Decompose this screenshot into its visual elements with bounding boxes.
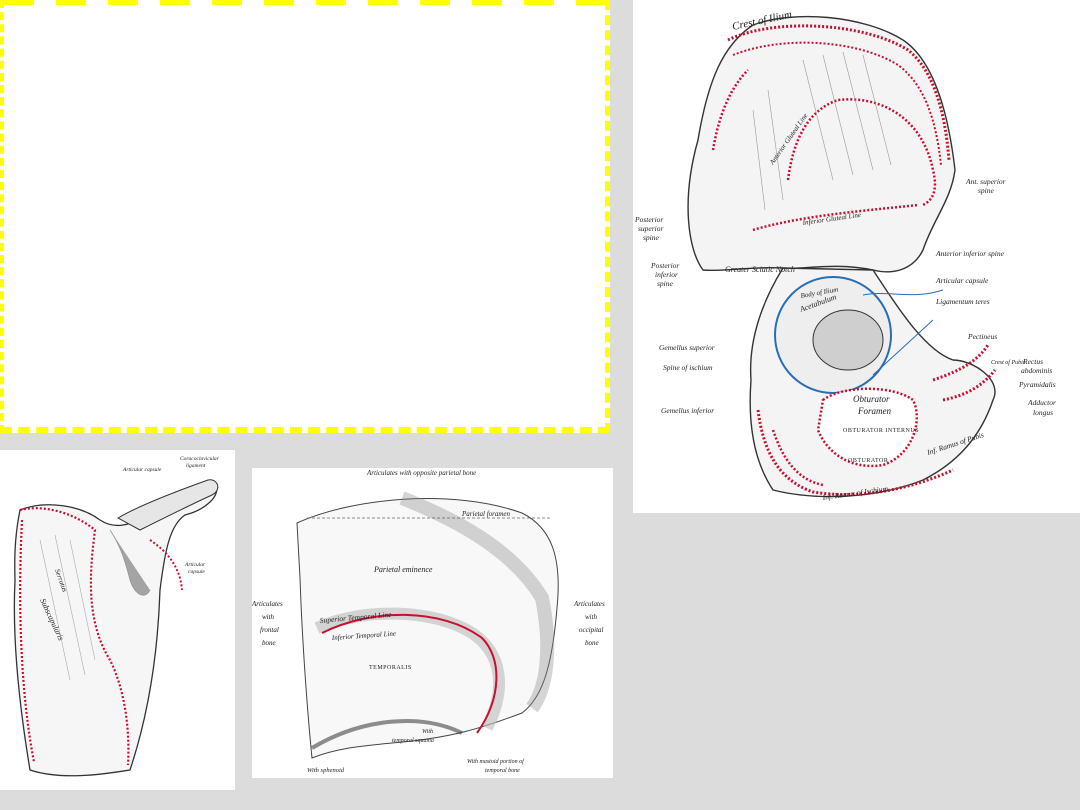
spine-ischium-label: Spine of ischium bbox=[663, 363, 713, 372]
articular-capsule-label: Articular capsule bbox=[935, 276, 989, 285]
pyramidalis-label: Pyramidalis bbox=[1018, 380, 1056, 389]
right-label-1: Articulates bbox=[573, 600, 605, 608]
add-longus-label: Adductor bbox=[1027, 398, 1056, 407]
squamous-label-1: With bbox=[422, 729, 433, 735]
coracoclavicular-label-2: ligament bbox=[186, 463, 206, 469]
scapula-body bbox=[13, 484, 218, 777]
pectineus-label: Pectineus bbox=[967, 332, 997, 341]
parietal-drawing: Articulates with opposite parietal bone … bbox=[252, 469, 605, 774]
post-inf-spine-label-2: inferior bbox=[655, 270, 678, 279]
hip-bone-drawing: Crest of Ilium Ant. superior spine Poste… bbox=[634, 9, 1056, 503]
gemellus-inf-label: Gemellus inferior bbox=[661, 406, 714, 415]
scapula-drawing: Coracoclavicular ligament Articular caps… bbox=[13, 456, 220, 777]
post-sup-spine-label-3: spine bbox=[643, 233, 660, 242]
ant-inf-spine-label: Anterior inferior spine bbox=[935, 249, 1005, 258]
mastoid-label-2: temporal bone bbox=[485, 768, 520, 774]
add-longus-label-2: longus bbox=[1033, 408, 1053, 417]
content-placeholder[interactable] bbox=[0, 0, 610, 433]
left-label-1: Articulates bbox=[252, 600, 283, 608]
parietal-foramen-label: Parietal foramen bbox=[461, 510, 511, 518]
post-inf-spine-label-3: spine bbox=[657, 279, 674, 288]
ant-sup-spine-label-2: spine bbox=[978, 186, 995, 195]
ilium-wing bbox=[687, 15, 956, 273]
ant-sup-spine-label: Ant. superior bbox=[965, 177, 1006, 186]
articular-capsule-label: Articular capsule bbox=[122, 467, 162, 473]
crest-pubis-label: Crest of Pubis bbox=[991, 359, 1026, 366]
obturator-ext-label: OBTURATOR bbox=[848, 458, 888, 464]
post-sup-spine-label-2: superior bbox=[638, 224, 664, 233]
greater-sciatic-label: Greater Sciatic Notch bbox=[725, 265, 795, 274]
mastoid-label-1: With mastoid portion of bbox=[467, 758, 525, 765]
parietal-outline bbox=[296, 498, 559, 759]
hip-bone-illustration: Crest of Ilium Ant. superior spine Poste… bbox=[633, 0, 1080, 513]
squamous-label-2: temporal squama bbox=[392, 738, 434, 744]
post-inf-spine-label: Posterior bbox=[650, 261, 679, 270]
obturator-label: Obturator bbox=[853, 394, 890, 404]
articular-capsule-label-3: capsule bbox=[188, 569, 205, 575]
placeholder-top-border bbox=[4, 0, 605, 5]
left-label-2: with bbox=[262, 613, 275, 621]
right-label-3: occipital bbox=[579, 626, 604, 634]
temporalis-label: TEMPORALIS bbox=[369, 665, 412, 671]
coracoclavicular-label: Coracoclavicular bbox=[180, 456, 220, 462]
right-label-4: bone bbox=[585, 639, 599, 647]
acetabular-fossa bbox=[812, 309, 884, 371]
rectus-label: Rectus bbox=[1022, 357, 1043, 366]
eminence-label: Parietal eminence bbox=[373, 565, 433, 574]
lig-teres-label: Ligamentum teres bbox=[935, 297, 990, 306]
scapula-illustration: Coracoclavicular ligament Articular caps… bbox=[0, 450, 235, 790]
parietal-bone-illustration: Articulates with opposite parietal bone … bbox=[252, 468, 613, 778]
rectus-label-2: abdominis bbox=[1021, 366, 1052, 375]
foramen-label: Foramen bbox=[857, 406, 891, 416]
left-label-4: bone bbox=[262, 639, 276, 647]
obturator-internus-label: OBTURATOR INTERNUS bbox=[843, 428, 919, 434]
post-sup-spine-label: Posterior bbox=[634, 215, 663, 224]
top-label: Articulates with opposite parietal bone bbox=[366, 469, 476, 477]
gemellus-sup-label: Gemellus superior bbox=[659, 343, 715, 352]
articular-capsule-label-2: Articular bbox=[184, 562, 206, 568]
right-label-2: with bbox=[585, 613, 598, 621]
left-label-3: frontal bbox=[260, 626, 279, 634]
sphenoid-label: With sphenoid bbox=[307, 767, 345, 774]
